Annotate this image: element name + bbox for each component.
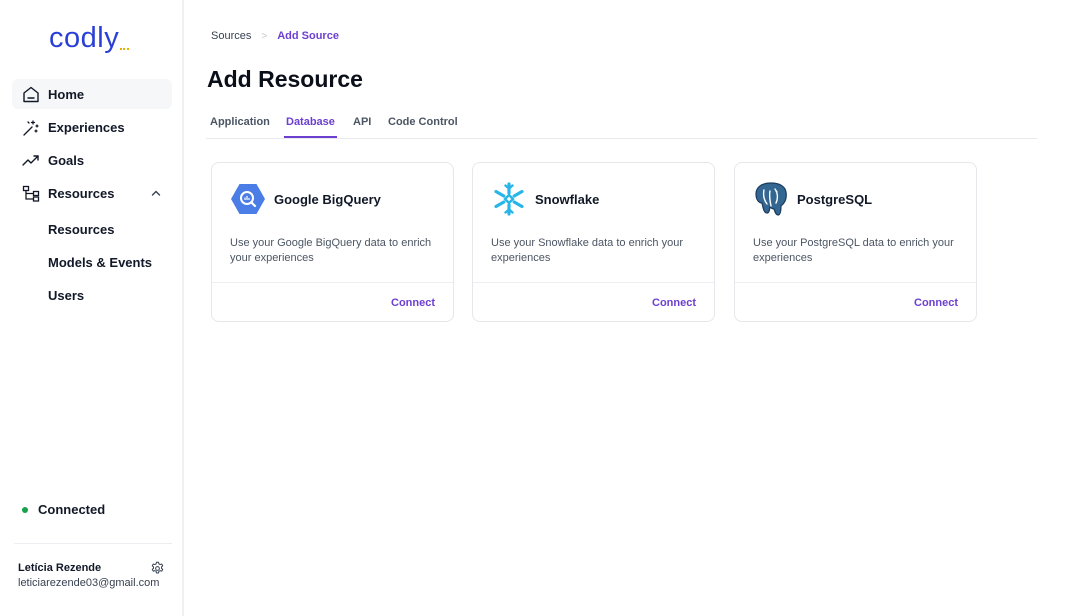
sidebar-subitem-models-events[interactable]: Models & Events (48, 255, 152, 270)
breadcrumb-sources[interactable]: Sources (211, 30, 251, 42)
connect-button-bigquery[interactable]: Connect (391, 297, 435, 309)
sidebar-item-resources[interactable]: Resources (12, 178, 172, 208)
chevron-up-icon[interactable] (150, 187, 162, 199)
status-dot-icon (22, 506, 28, 513)
sidebar-item-label: Experiences (48, 120, 125, 135)
home-icon (23, 86, 39, 103)
sidebar-subitem-resources[interactable]: Resources (48, 222, 114, 237)
user-email: leticiarezende03@gmail.com (18, 577, 160, 589)
sidebar-item-label: Goals (48, 153, 85, 168)
trending-up-icon (22, 155, 39, 166)
tab-database[interactable]: Database (284, 116, 337, 138)
hierarchy-icon (22, 185, 40, 202)
card-description: Use your Google BigQuery data to enrich … (230, 237, 432, 264)
status-text: Connected (38, 502, 106, 517)
gear-icon[interactable] (150, 561, 165, 576)
magic-wand-icon (23, 120, 39, 136)
card-title: Snowflake (535, 192, 600, 207)
snowflake-logo (494, 182, 524, 216)
card-description: Use your Snowflake data to enrich your e… (491, 237, 683, 264)
sidebar-item-label: Resources (48, 186, 115, 201)
tab-application[interactable]: Application (208, 116, 272, 136)
card-description: Use your PostgreSQL data to enrich your … (753, 237, 954, 264)
sidebar-item-experiences[interactable]: Experiences (12, 112, 172, 142)
sidebar: codly Home Experiences Goals Resources R… (0, 0, 184, 616)
sidebar-item-goals[interactable]: Goals (12, 145, 172, 175)
sidebar-subitem-users[interactable]: Users (48, 288, 84, 303)
sidebar-item-home[interactable]: Home (12, 79, 172, 109)
app-logo-text: codly (49, 22, 120, 54)
card-title: Google BigQuery (274, 192, 381, 207)
user-name: Letícia Rezende (18, 562, 102, 574)
breadcrumb-chevron-icon: > (261, 30, 268, 42)
tab-bar: Application Database API Code Control (206, 114, 1037, 139)
breadcrumb: Sources > Add Source (211, 30, 339, 42)
connect-button-postgresql[interactable]: Connect (914, 297, 958, 309)
tab-api[interactable]: API (351, 116, 373, 136)
bigquery-logo (231, 184, 265, 214)
resource-card-postgresql: PostgreSQL Use your PostgreSQL data to e… (734, 162, 977, 322)
sidebar-item-label: Home (48, 87, 85, 102)
page-title: Add Resource (207, 66, 363, 92)
logo-dots (120, 48, 130, 50)
sidebar-divider (14, 543, 172, 544)
card-divider (212, 282, 453, 283)
app-logo[interactable]: codly (49, 22, 130, 55)
tab-code-control[interactable]: Code Control (386, 116, 460, 136)
breadcrumb-current: Add Source (277, 30, 339, 42)
card-title: PostgreSQL (797, 192, 873, 207)
card-divider (473, 282, 714, 283)
card-divider (735, 282, 976, 283)
resource-card-snowflake: Snowflake Use your Snowflake data to enr… (472, 162, 715, 322)
connect-button-snowflake[interactable]: Connect (652, 297, 696, 309)
postgresql-logo (755, 182, 787, 216)
resource-card-bigquery: Google BigQuery Use your Google BigQuery… (211, 162, 454, 322)
connection-status: Connected (22, 502, 105, 517)
